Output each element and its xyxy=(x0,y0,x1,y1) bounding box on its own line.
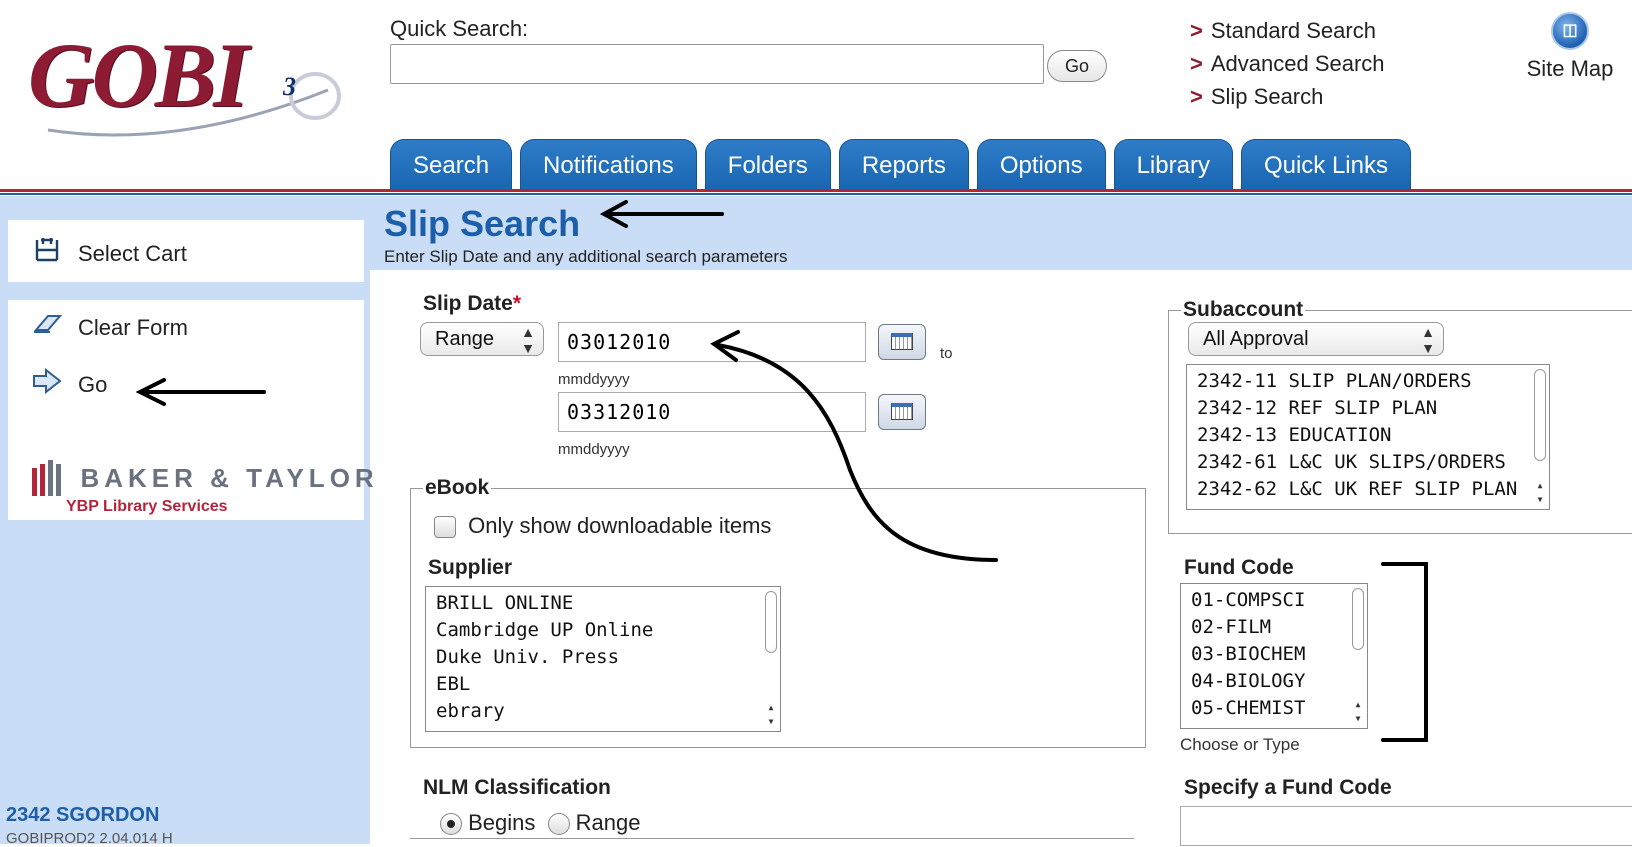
curved-arrow-icon xyxy=(716,343,998,562)
annotation-overlay xyxy=(135,200,1428,742)
fund-code-bracket-icon xyxy=(1381,562,1428,742)
